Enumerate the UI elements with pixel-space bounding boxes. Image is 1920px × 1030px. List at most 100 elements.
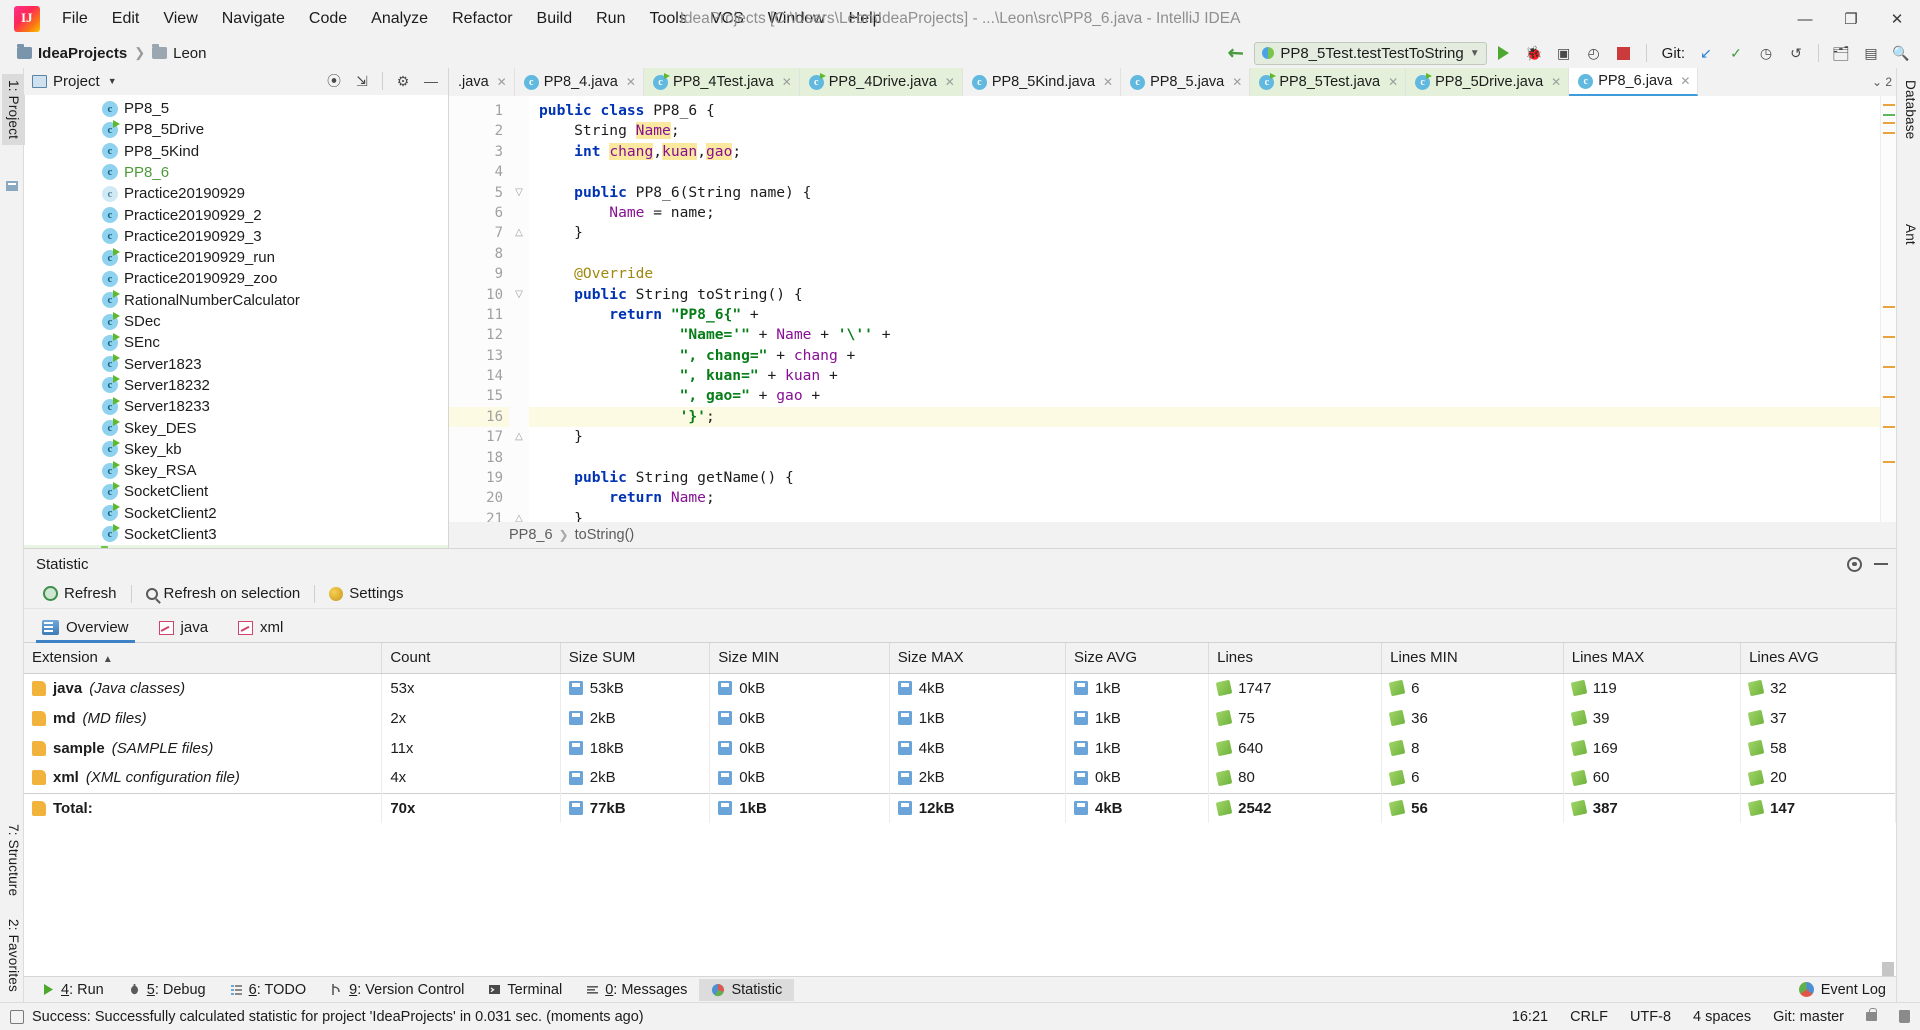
menu-analyze[interactable]: Analyze: [359, 6, 440, 32]
code-line[interactable]: int chang,kuan,gao;: [529, 142, 1896, 162]
menu-code[interactable]: Code: [297, 6, 359, 32]
tool-window-button[interactable]: Statistic: [699, 978, 795, 1001]
close-icon[interactable]: ✕: [626, 75, 636, 89]
fold-marker[interactable]: [509, 142, 529, 162]
tree-node[interactable]: c PP8_5Drive: [24, 119, 448, 140]
menu-file[interactable]: File: [50, 6, 100, 32]
sidebar-item-structure[interactable]: 7: Structure: [2, 818, 25, 902]
line-number-gutter[interactable]: 12345@678910●↑111213141516171819202122: [449, 96, 527, 522]
line-number[interactable]: 20: [449, 488, 509, 508]
code-line[interactable]: public String getName() {: [529, 468, 1896, 488]
stop-button[interactable]: [1611, 40, 1637, 66]
code-line[interactable]: [529, 162, 1896, 182]
hide-panel-icon[interactable]: —: [418, 68, 444, 94]
locate-file-icon[interactable]: ⦿: [321, 68, 347, 94]
line-number[interactable]: 17: [449, 427, 509, 447]
minimize-button[interactable]: —: [1782, 0, 1828, 38]
source-code[interactable]: public class PP8_6 { String Name; int ch…: [529, 96, 1896, 522]
tool-window-bar[interactable]: 4: Run 5: Debug 6: TODO 9: Version Control T…: [24, 976, 1896, 1002]
code-line[interactable]: }: [529, 223, 1896, 243]
line-number[interactable]: 8: [449, 244, 509, 264]
menu-tools[interactable]: Tools: [637, 6, 698, 32]
tree-node[interactable]: c Practice20190929: [24, 183, 448, 204]
fold-marker[interactable]: [509, 264, 529, 284]
sidebar-item-ant[interactable]: Ant: [1899, 218, 1920, 251]
maximize-button[interactable]: ❐: [1828, 0, 1874, 38]
table-column-header[interactable]: Size AVG: [1065, 643, 1210, 674]
tree-node[interactable]: c PP8_6: [24, 162, 448, 183]
editor-tab[interactable]: c PP8_5Test.java ✕: [1250, 68, 1407, 96]
tab-overflow-indicator[interactable]: ⌄ 2: [1872, 68, 1896, 96]
fold-marker[interactable]: ▽: [509, 285, 529, 305]
tool-window-button[interactable]: 6: TODO: [218, 979, 319, 1001]
tree-node[interactable]: c SDec: [24, 311, 448, 332]
fold-marker[interactable]: [509, 162, 529, 182]
table-row[interactable]: java (Java classes) 53x 53kB 0kB 4kB 1kB 1747 6 1…: [24, 673, 1896, 703]
tree-node[interactable]: c Skey_kb: [24, 439, 448, 460]
tree-node[interactable]: c SocketClient3: [24, 524, 448, 545]
breadcrumb-ideaprojects[interactable]: IdeaProjects: [12, 44, 132, 63]
table-column-header[interactable]: Extension ▲: [24, 643, 383, 674]
line-number[interactable]: 2: [449, 121, 509, 141]
fold-marker[interactable]: [509, 448, 529, 468]
git-update-project-icon[interactable]: ↙: [1693, 40, 1719, 66]
table-scrollbar[interactable]: [1882, 643, 1894, 976]
editor-tab[interactable]: c PP8_6.java ✕: [1569, 68, 1699, 96]
line-number[interactable]: 4: [449, 162, 509, 182]
menu-build[interactable]: Build: [525, 6, 585, 32]
code-line[interactable]: ", chang=" + chang +: [529, 346, 1896, 366]
tree-node[interactable]: c PP8_5Kind: [24, 141, 448, 162]
menu-window[interactable]: Window: [756, 6, 837, 32]
tree-node[interactable]: c PP8_5: [24, 98, 448, 119]
close-icon[interactable]: ✕: [945, 75, 955, 89]
undo-icon[interactable]: ↺: [1783, 40, 1809, 66]
editor-tab[interactable]: c PP8_4.java ✕: [515, 68, 644, 96]
tree-node[interactable]: c SEnc: [24, 332, 448, 353]
status-line-separator[interactable]: CRLF: [1570, 1009, 1608, 1025]
tab-java[interactable]: java: [153, 616, 215, 642]
menu-help[interactable]: Help: [837, 6, 894, 32]
code-line[interactable]: [529, 448, 1896, 468]
close-icon[interactable]: ✕: [1388, 75, 1398, 89]
tree-node[interactable]: c RationalNumberCalculator: [24, 290, 448, 311]
run-button[interactable]: [1491, 40, 1517, 66]
tree-node[interactable]: c Practice20190929_zoo: [24, 268, 448, 289]
tool-window-button[interactable]: 5: Debug: [116, 979, 218, 1001]
fold-marker[interactable]: [509, 203, 529, 223]
breadcrumb-leon[interactable]: Leon: [147, 44, 211, 63]
fold-marker[interactable]: [509, 468, 529, 488]
tree-node[interactable]: c Practice20190929_run: [24, 247, 448, 268]
hide-navbar-arrow-icon[interactable]: ↖: [1223, 39, 1250, 67]
trash-icon[interactable]: [1899, 1010, 1910, 1023]
editor-tab[interactable]: .java ✕: [449, 68, 515, 96]
git-history-icon[interactable]: ◷: [1753, 40, 1779, 66]
table-column-header[interactable]: Lines AVG: [1740, 643, 1896, 674]
code-folding-column[interactable]: ▽ △ ▽ △ △: [509, 96, 529, 522]
line-number[interactable]: 13: [449, 346, 509, 366]
line-number[interactable]: 14: [449, 366, 509, 386]
tree-node[interactable]: c Practice20190929_2: [24, 204, 448, 225]
tree-node[interactable]: c SocketClient2: [24, 503, 448, 524]
code-editor[interactable]: 12345@678910●↑111213141516171819202122 ▽…: [449, 96, 1896, 522]
code-line[interactable]: '}';: [529, 406, 1896, 428]
collapse-all-icon[interactable]: ⇲: [349, 68, 375, 94]
fold-marker[interactable]: [509, 386, 529, 406]
menu-refactor[interactable]: Refactor: [440, 6, 524, 32]
line-number[interactable]: 15: [449, 386, 509, 406]
close-icon[interactable]: ✕: [1232, 75, 1242, 89]
menu-navigate[interactable]: Navigate: [210, 6, 297, 32]
git-commit-icon[interactable]: ✓: [1723, 40, 1749, 66]
fold-marker[interactable]: [509, 346, 529, 366]
project-tree[interactable]: c PP8_5 c PP8_5Drive c PP8_5Kind c PP8_6 c Practi…: [24, 94, 448, 548]
error-stripe-marker-bar[interactable]: [1880, 96, 1896, 522]
code-line[interactable]: String Name;: [529, 121, 1896, 141]
table-total-row[interactable]: Total: 70x 77kB 1kB 12kB 4kB 2542 56 387 147: [24, 792, 1896, 823]
statistic-table-container[interactable]: Extension ▲ Count Size SUM Size MIN Size MAX S…: [24, 643, 1896, 976]
status-message[interactable]: Success: Successfully calculated statist…: [32, 1009, 644, 1025]
code-line[interactable]: [529, 244, 1896, 264]
tool-window-button[interactable]: 9: Version Control: [318, 979, 476, 1001]
line-number[interactable]: 1: [449, 101, 509, 121]
line-number[interactable]: 10●↑: [449, 285, 527, 305]
tree-node[interactable]: c Skey_DES: [24, 417, 448, 438]
code-line[interactable]: public String toString() {: [529, 285, 1896, 305]
